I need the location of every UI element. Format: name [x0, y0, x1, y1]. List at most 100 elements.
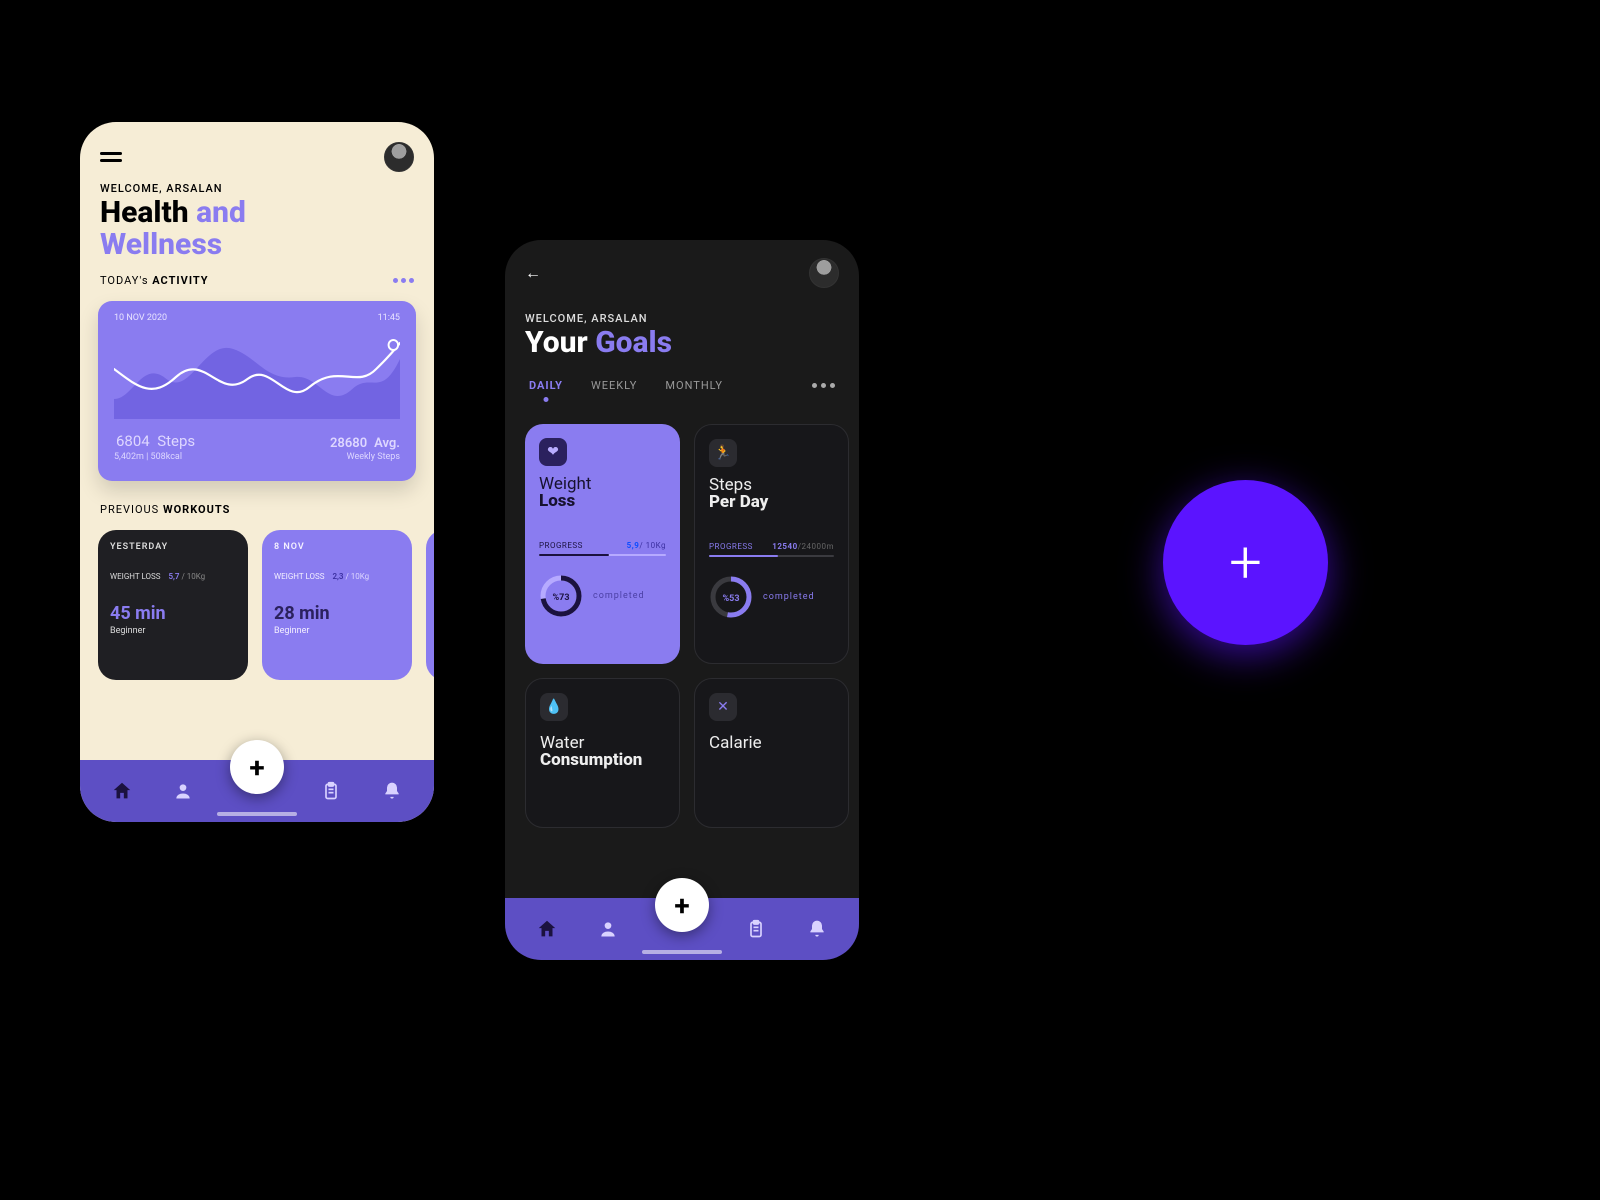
goal-grid: ❤ WeightLoss PROGRESS 5,9/ 10Kg %73 comp… — [505, 398, 859, 828]
avg-n: 28680 — [330, 436, 367, 451]
activity-bottom: 6804 Steps 5,402m | 508kcal 28680 Avg. W… — [114, 427, 400, 462]
goal-steps[interactable]: 🏃 StepsPer Day PROGRESS 12540/24000m %53… — [694, 424, 849, 664]
page-title: Your Goals — [505, 325, 859, 369]
phone-light: WELCOME, ARSALAN Health and Wellness TOD… — [80, 122, 434, 822]
welcome-text: WELCOME, ARSALAN — [505, 312, 859, 325]
workout-day: 8 NOV — [274, 542, 400, 552]
avg-count: 28680 Avg. — [328, 428, 400, 452]
avatar[interactable] — [809, 258, 839, 288]
back-icon[interactable]: ← — [525, 263, 541, 283]
t-b: Goals — [595, 325, 672, 360]
goal-water[interactable]: 💧 WaterConsumption — [525, 678, 680, 828]
activity-top: 10 NOV 2020 11:45 — [114, 313, 400, 323]
prev-section-label: PREVIOUS WORKOUTS — [80, 499, 434, 520]
activity-section-label: TODAY's ACTIVITY — [80, 270, 434, 291]
steps-count: 6804 Steps — [114, 427, 195, 452]
prev-a: PREVIOUS — [100, 503, 163, 516]
prev-b: WORKOUTS — [163, 503, 230, 516]
profile-icon[interactable] — [169, 777, 197, 805]
workout-dur: 45 min — [110, 603, 236, 624]
ring-row: %53 completed — [709, 575, 834, 619]
tb: Consumption — [540, 750, 642, 770]
svg-text:%73: %73 — [553, 593, 570, 603]
goal-calorie[interactable]: ✕ Calarie — [694, 678, 849, 828]
prog-bar — [539, 554, 666, 556]
clipboard-icon[interactable] — [317, 777, 345, 805]
workout-card[interactable]: YESTERDAY WEIGHT LOSS 5,7 / 10Kg 45 min … — [98, 530, 248, 680]
clipboard-icon[interactable] — [742, 915, 770, 943]
steps-n: 6804 — [116, 432, 150, 450]
tab-monthly[interactable]: MONTHLY — [665, 379, 723, 392]
tb: Per Day — [709, 492, 768, 512]
steps-sub: 5,402m | 508kcal — [114, 452, 195, 462]
workout-card[interactable]: 8 NOV WEIGHT LOSS 2,3 / 10Kg 28 min Begi… — [262, 530, 412, 680]
title-and: and — [196, 195, 246, 230]
ta: Calarie — [709, 733, 762, 753]
droplet-icon: 💧 — [540, 693, 568, 721]
activity-chart — [114, 329, 400, 419]
goal-weight-loss[interactable]: ❤ WeightLoss PROGRESS 5,9/ 10Kg %73 comp… — [525, 424, 680, 664]
runner-icon: 🏃 — [709, 439, 737, 467]
header: ← — [505, 240, 859, 296]
avg-l: Avg. — [374, 436, 400, 451]
overflow-icon[interactable] — [393, 278, 414, 283]
phone-dark: ← WELCOME, ARSALAN Your Goals DAILY WEEK… — [505, 240, 859, 960]
fab-add-button[interactable]: + — [230, 740, 284, 794]
title-w: Wellness — [100, 227, 222, 262]
tab-weekly[interactable]: WEEKLY — [591, 379, 637, 392]
avg-sub: Weekly Steps — [328, 452, 400, 462]
home-indicator — [217, 812, 297, 816]
bell-icon[interactable] — [803, 915, 831, 943]
workout-level: Beginner — [274, 626, 400, 636]
prev-workouts-row[interactable]: YESTERDAY WEIGHT LOSS 5,7 / 10Kg 45 min … — [80, 520, 434, 680]
workout-level: Beginner — [110, 626, 236, 636]
m-a: WEIGHT LOSS — [274, 572, 325, 581]
page-title: Health and Wellness — [80, 195, 434, 270]
m-p: 5,7 — [168, 572, 179, 581]
home-icon[interactable] — [108, 777, 136, 805]
prog-bar — [709, 555, 834, 557]
activity-date: 10 NOV 2020 — [114, 313, 167, 323]
title-h: Health — [100, 195, 196, 230]
pl: PROGRESS — [709, 542, 753, 551]
m-t: / 10Kg — [180, 572, 206, 581]
profile-icon[interactable] — [594, 915, 622, 943]
gc-title: WeightLoss — [539, 476, 666, 512]
activity-card[interactable]: 10 NOV 2020 11:45 6804 Steps 5,402m | 50… — [98, 301, 416, 481]
tab-daily[interactable]: DAILY — [529, 379, 563, 392]
ring-row: %73 completed — [539, 574, 666, 618]
activity-time: 11:45 — [378, 313, 400, 323]
m-t: / 10Kg — [344, 572, 370, 581]
gc-title: StepsPer Day — [709, 477, 834, 513]
gc-title: WaterConsumption — [540, 735, 665, 771]
tb: Loss — [539, 491, 575, 511]
bell-icon[interactable] — [378, 777, 406, 805]
pv: 12540 — [772, 542, 797, 551]
gc-prog: PROGRESS 5,9/ 10Kg — [539, 541, 666, 550]
workout-card[interactable]: 7 N 38 Beg — [426, 530, 434, 680]
m-p: 2,3 — [332, 572, 343, 581]
menu-icon[interactable] — [100, 152, 122, 162]
progress-ring-icon: %53 — [709, 575, 753, 619]
floating-add-button[interactable]: + — [1163, 480, 1328, 645]
gc-prog: PROGRESS 12540/24000m — [709, 542, 834, 551]
act-label-b: ACTIVITY — [152, 274, 208, 287]
workout-dur: 28 min — [274, 603, 400, 624]
pt: /24000m — [798, 542, 834, 551]
home-icon[interactable] — [533, 915, 561, 943]
pv: 5,9 — [627, 541, 640, 550]
plus-icon: + — [249, 751, 264, 784]
workout-meta: WEIGHT LOSS 5,7 / 10Kg — [110, 572, 236, 581]
workout-meta: WEIGHT LOSS 2,3 / 10Kg — [274, 572, 400, 581]
avatar[interactable] — [384, 142, 414, 172]
overflow-icon[interactable] — [812, 383, 835, 388]
fab-add-button[interactable]: + — [655, 878, 709, 932]
m-a: WEIGHT LOSS — [110, 572, 161, 581]
heart-icon: ❤ — [539, 438, 567, 466]
pl: PROGRESS — [539, 541, 583, 550]
plus-icon: + — [674, 889, 689, 922]
steps-l: Steps — [157, 432, 195, 450]
act-label-a: TODAY's — [100, 274, 152, 287]
workout-day: YESTERDAY — [110, 542, 236, 552]
pt: / 10Kg — [639, 541, 666, 550]
